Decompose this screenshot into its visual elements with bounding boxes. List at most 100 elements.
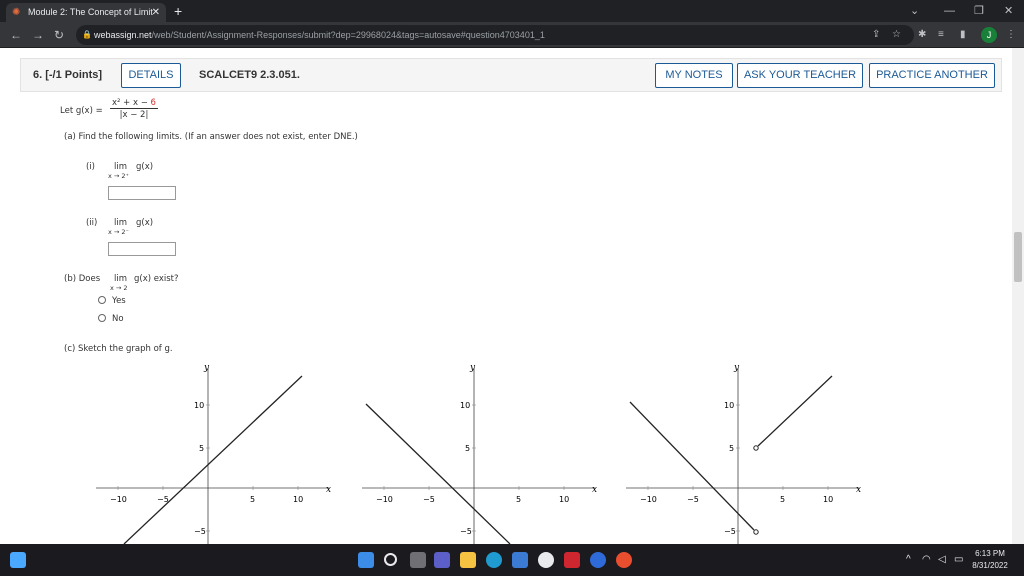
numerator-red-term: 6 [150, 98, 156, 108]
part-a-ii-label: (ii) [86, 218, 98, 228]
tab-close-icon[interactable]: ✕ [152, 3, 160, 22]
question-reference: SCALCET9 2.3.051. [199, 69, 300, 81]
scrollbar-thumb[interactable] [1014, 232, 1022, 282]
y-label: y [203, 363, 210, 373]
app-icon[interactable] [538, 552, 554, 568]
reload-icon[interactable]: ↻ [54, 26, 64, 44]
part-a-ii-sub: x → 2⁻ [108, 228, 129, 236]
volume-icon[interactable]: ◁ [938, 552, 946, 568]
browser-menu-icon[interactable]: ⋮ [1006, 26, 1016, 44]
url-bar[interactable]: 🔒 webassign.net/web/Student/Assignment-Re… [76, 25, 914, 45]
bookmark-star-icon[interactable]: ☆ [892, 26, 901, 44]
webassign-favicon-icon: ✺ [12, 7, 21, 18]
open-endpoint [753, 529, 759, 535]
tab-search-icon[interactable]: ⌄ [910, 2, 919, 20]
x-tick: −10 [110, 495, 127, 504]
y-tick: 10 [724, 401, 734, 410]
edge-icon[interactable] [486, 552, 502, 568]
function-prefix: Let g(x) = [60, 106, 103, 116]
graph-line [123, 375, 303, 544]
clock-time: 6:13 PM [975, 549, 1005, 558]
y-tick: −5 [724, 527, 736, 536]
x-tick: −5 [687, 495, 699, 504]
part-a-ii-answer-input[interactable] [108, 242, 176, 256]
search-icon[interactable] [384, 553, 397, 566]
x-tick: 10 [823, 495, 833, 504]
share-icon[interactable]: ⇪ [872, 26, 880, 44]
side-panel-icon[interactable]: ▮ [960, 26, 966, 44]
part-b-sub: x → 2 [110, 284, 128, 292]
open-endpoint [753, 445, 759, 451]
part-b-suffix: g(x) exist? [134, 274, 179, 284]
part-a-i-sub: x → 2⁺ [108, 172, 129, 180]
x-tick: 10 [559, 495, 569, 504]
part-a-i-answer-input[interactable] [108, 186, 176, 200]
teams-chat-icon[interactable] [434, 552, 450, 568]
x-label: x [326, 485, 331, 495]
x-label: x [856, 485, 861, 495]
part-b-lim: lim [114, 274, 128, 284]
radio-no[interactable] [98, 314, 106, 322]
y-tick: −5 [194, 527, 206, 536]
x-tick: 5 [780, 495, 785, 504]
graph-right-branch [757, 375, 833, 447]
graph-option-1[interactable]: y x −10 −5 5 10 10 5 −5 [90, 358, 340, 544]
part-a-i-label: (i) [86, 162, 95, 172]
wifi-icon[interactable]: ◠ [922, 552, 931, 568]
ask-teacher-button[interactable]: ASK YOUR TEACHER [737, 63, 863, 88]
x-tick: 5 [250, 495, 255, 504]
browser-tab[interactable]: ✺ Module 2: The Concept of Limit ✕ [6, 3, 166, 22]
y-tick: 5 [465, 444, 470, 453]
y-label: y [733, 363, 740, 373]
windows-taskbar: ^ ◠ ◁ ▭ 6:13 PM 8/31/2022 [0, 544, 1024, 576]
task-view-icon[interactable] [410, 552, 426, 568]
graph-option-2[interactable]: y x −10 −5 5 10 10 5 −5 [356, 358, 606, 544]
graph-option-3[interactable]: y x −10 −5 5 10 10 5 −5 [620, 358, 870, 544]
tablet-mode-icon[interactable] [10, 552, 26, 568]
part-a-i-func: g(x) [136, 162, 154, 172]
chrome-icon[interactable] [616, 552, 632, 568]
battery-icon[interactable]: ▭ [954, 552, 963, 568]
url-path: /web/Student/Assignment-Responses/submit… [151, 30, 545, 40]
option-no-label: No [112, 314, 124, 324]
forward-icon[interactable]: → [32, 26, 44, 44]
reading-list-icon[interactable]: ≡ [938, 26, 944, 44]
question-number: 6. [-/1 Points] [33, 69, 103, 81]
my-notes-button[interactable]: MY NOTES [655, 63, 733, 88]
radio-yes[interactable] [98, 296, 106, 304]
back-icon[interactable]: ← [10, 26, 22, 44]
option-yes-label: Yes [112, 296, 126, 306]
page-scrollbar[interactable] [1012, 48, 1024, 544]
x-tick: −5 [423, 495, 435, 504]
tray-chevron-icon[interactable]: ^ [906, 552, 911, 568]
browser-tab-strip: ✺ Module 2: The Concept of Limit ✕ + ⌄ —… [0, 0, 1024, 22]
extensions-icon[interactable]: ✱ [918, 26, 926, 44]
system-clock[interactable]: 6:13 PM 8/31/2022 [966, 548, 1014, 572]
profile-avatar[interactable]: J [981, 27, 997, 43]
y-label: y [469, 363, 476, 373]
file-explorer-icon[interactable] [460, 552, 476, 568]
x-label: x [592, 485, 597, 495]
lock-icon: 🔒 [82, 30, 92, 39]
part-c-text: (c) Sketch the graph of g. [64, 344, 173, 354]
webassign-page: 6. [-/1 Points] DETAILS SCALCET9 2.3.051… [0, 48, 1012, 544]
part-b-prefix: (b) Does [64, 274, 101, 284]
store-icon[interactable] [512, 552, 528, 568]
part-a-ii-lim: lim [114, 218, 128, 228]
minimize-icon[interactable]: — [944, 2, 955, 20]
clock-date: 8/31/2022 [972, 561, 1008, 570]
help-icon[interactable] [590, 552, 606, 568]
restore-icon[interactable]: ❐ [974, 2, 984, 20]
new-tab-button[interactable]: + [174, 2, 182, 20]
graph-line [365, 403, 511, 544]
practice-another-button[interactable]: PRACTICE ANOTHER [869, 63, 995, 88]
mcafee-icon[interactable] [564, 552, 580, 568]
y-tick: 10 [194, 401, 204, 410]
x-tick: 5 [516, 495, 521, 504]
details-button[interactable]: DETAILS [121, 63, 181, 88]
denominator: |x − 2| [119, 110, 149, 120]
part-a-text: (a) Find the following limits. (If an an… [64, 132, 358, 142]
close-window-icon[interactable]: ✕ [1004, 2, 1013, 20]
part-a-i-lim: lim [114, 162, 128, 172]
start-icon[interactable] [358, 552, 374, 568]
